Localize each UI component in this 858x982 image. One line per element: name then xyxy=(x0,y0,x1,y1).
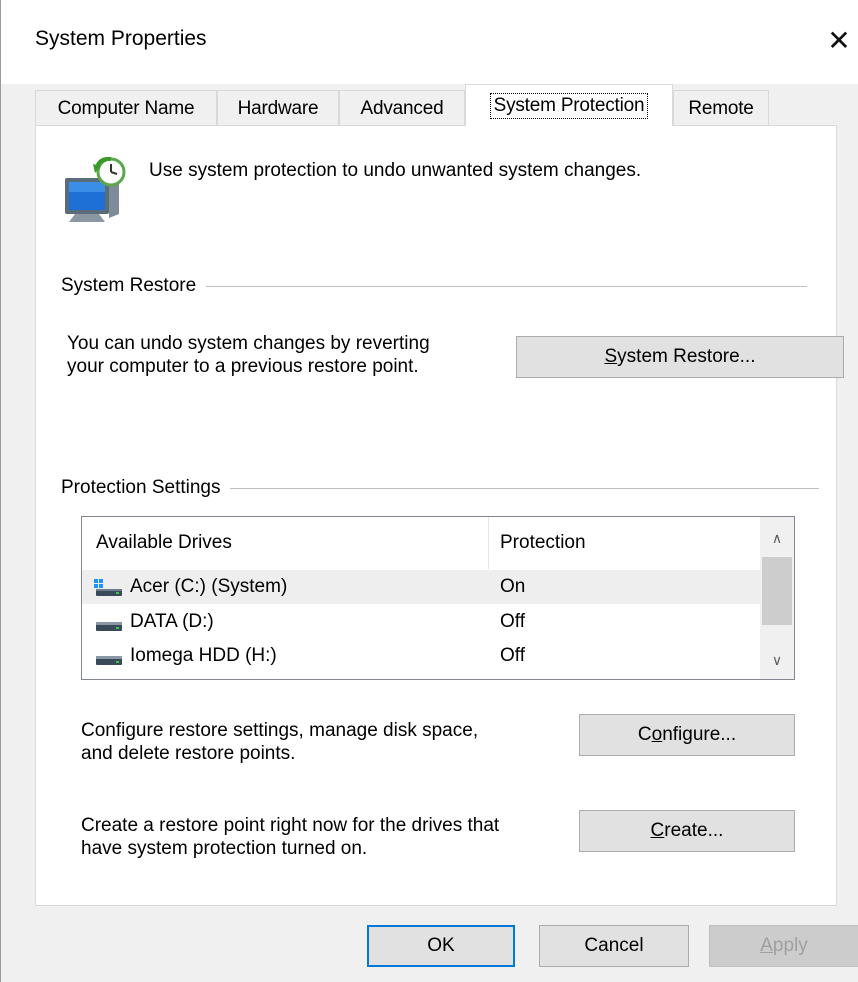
configure-button[interactable]: Co nfigure... xyxy=(579,714,795,756)
protection-settings-group-label: Protection Settings xyxy=(61,477,231,499)
cancel-button[interactable]: Cancel xyxy=(539,925,689,967)
drive-name: Acer (C:) (System) xyxy=(130,576,288,597)
system-restore-group-label: System Restore xyxy=(61,275,207,297)
drive-protection-status: On xyxy=(500,576,526,597)
close-icon: ✕ xyxy=(827,24,851,56)
tab-remote[interactable]: Remote xyxy=(673,90,769,126)
header-description: Use system protection to undo unwanted s… xyxy=(149,160,642,181)
system-restore-description: You can undo system changes by reverting… xyxy=(67,333,430,377)
system-restore-button[interactable]: System Restore... xyxy=(516,336,844,378)
drives-list-scrollbar[interactable]: ∧ ∨ xyxy=(760,517,794,679)
configure-description: Configure restore settings, manage disk … xyxy=(81,720,479,764)
drive-protection-status: Off xyxy=(500,645,525,666)
column-header-available-drives[interactable]: Available Drives xyxy=(96,517,232,569)
chevron-up-icon: ∧ xyxy=(771,529,783,546)
drives-list[interactable]: Available Drives Protection Acer (C:) (S… xyxy=(81,516,795,680)
ok-button[interactable]: OK xyxy=(367,925,515,967)
hard-drive-icon xyxy=(96,622,122,631)
title-bar: System Properties ✕ xyxy=(1,0,858,84)
scroll-down-button[interactable]: ∨ xyxy=(760,645,794,675)
chevron-down-icon: ∨ xyxy=(771,651,783,668)
scroll-up-button[interactable]: ∧ xyxy=(760,523,794,553)
drive-row-d[interactable]: DATA (D:) Off xyxy=(82,605,760,639)
scroll-thumb[interactable] xyxy=(762,557,792,625)
tab-computer-name[interactable]: Computer Name xyxy=(35,90,217,126)
drive-row-h[interactable]: Iomega HDD (H:) Off xyxy=(82,639,760,673)
column-separator[interactable] xyxy=(488,517,489,569)
tab-hardware[interactable]: Hardware xyxy=(217,90,339,126)
tab-advanced[interactable]: Advanced xyxy=(339,90,465,126)
close-button[interactable]: ✕ xyxy=(819,18,858,62)
apply-button[interactable]: Apply xyxy=(709,925,858,967)
drive-name: Iomega HDD (H:) xyxy=(130,645,277,666)
system-properties-window: System Properties ✕ Computer Name Hardwa… xyxy=(0,0,858,982)
drive-name: DATA (D:) xyxy=(130,611,214,632)
create-description: Create a restore point right now for the… xyxy=(81,815,500,859)
system-protection-icon xyxy=(65,156,126,222)
drives-list-header: Available Drives Protection xyxy=(82,517,760,569)
hard-drive-icon xyxy=(96,656,122,665)
column-header-protection[interactable]: Protection xyxy=(500,517,586,569)
create-button[interactable]: Create... xyxy=(579,810,795,852)
tab-system-protection[interactable]: System Protection xyxy=(465,84,673,126)
drive-protection-status: Off xyxy=(500,611,525,632)
window-title: System Properties xyxy=(35,27,207,50)
system-drive-icon xyxy=(94,579,122,596)
drive-row-c[interactable]: Acer (C:) (System) On xyxy=(82,570,760,604)
